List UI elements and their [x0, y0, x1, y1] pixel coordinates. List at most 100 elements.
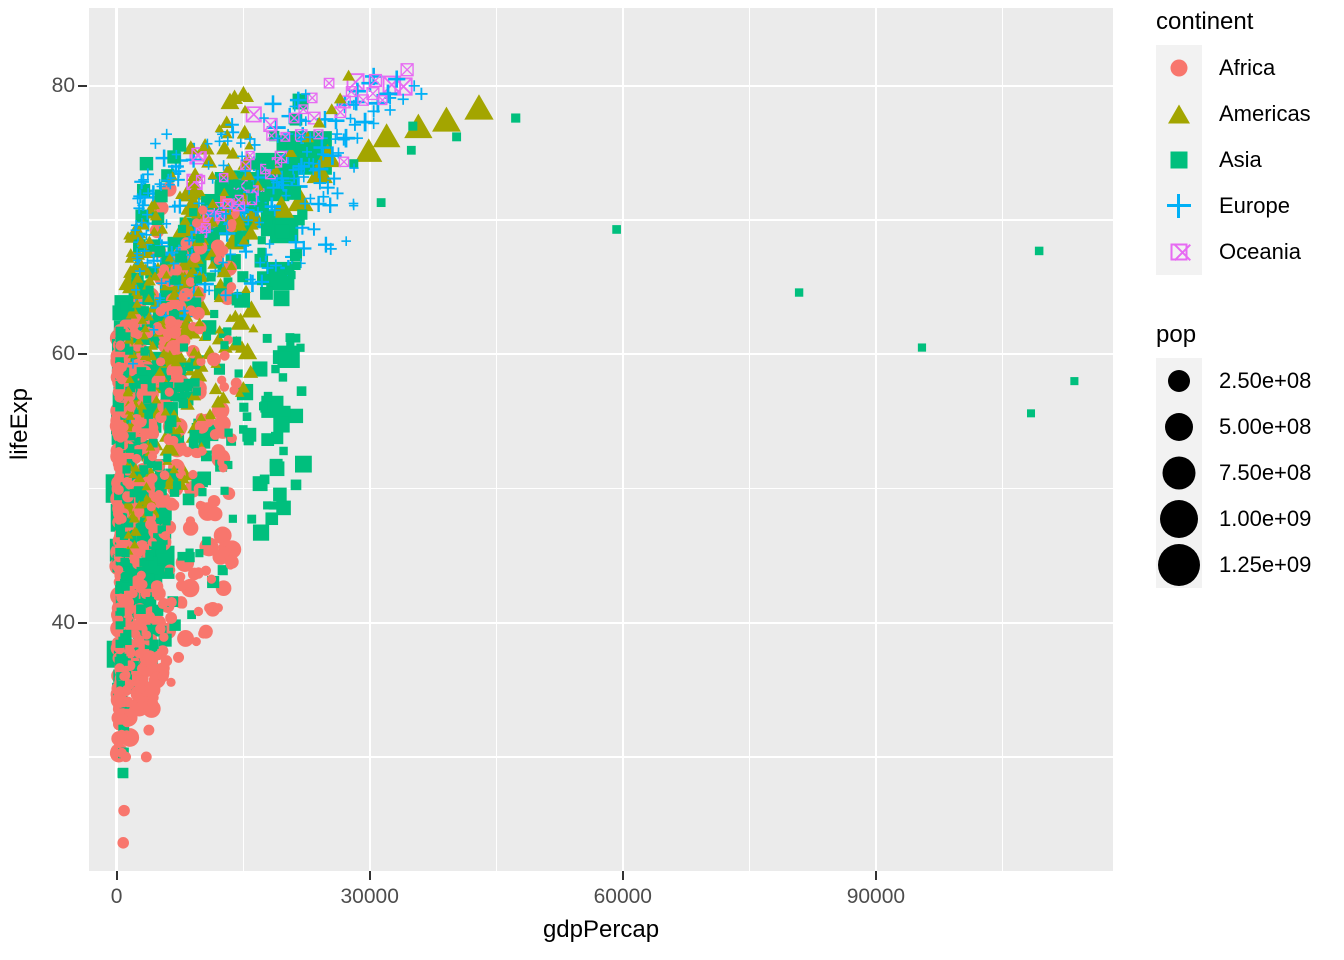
data-point	[121, 549, 130, 558]
data-point	[211, 444, 226, 459]
data-point	[156, 553, 167, 564]
data-point	[179, 343, 189, 352]
y-tick-label: 80	[51, 73, 75, 97]
data-point	[114, 446, 124, 457]
data-point	[120, 557, 130, 567]
data-point	[213, 603, 223, 613]
data-point	[210, 357, 220, 367]
data-point	[330, 134, 341, 144]
data-point	[262, 333, 272, 343]
data-point	[161, 128, 173, 140]
data-point	[278, 373, 288, 382]
data-point	[279, 405, 291, 417]
data-point	[159, 597, 169, 608]
legend-key	[1156, 229, 1202, 275]
data-point	[342, 69, 355, 81]
square-marker-icon	[1170, 151, 1188, 169]
data-point	[198, 205, 208, 215]
legend-item-continent-2[interactable]: Asia	[1133, 137, 1344, 183]
data-point	[355, 112, 375, 132]
data-point	[228, 514, 237, 523]
data-point	[188, 438, 199, 449]
data-point	[142, 630, 152, 640]
data-point	[263, 391, 273, 401]
y-tick-mark	[78, 621, 87, 624]
data-point	[167, 150, 181, 164]
data-point	[193, 275, 203, 284]
data-point	[164, 387, 174, 397]
data-point	[259, 191, 269, 202]
data-point	[279, 446, 288, 456]
data-point	[236, 138, 246, 148]
data-point	[178, 292, 188, 302]
data-point	[118, 804, 130, 817]
data-point	[135, 576, 145, 587]
data-point	[219, 245, 229, 255]
data-point	[176, 580, 188, 592]
data-point	[193, 606, 204, 617]
data-point	[147, 383, 156, 392]
data-point	[115, 621, 124, 630]
data-point	[296, 343, 305, 352]
data-point	[181, 446, 193, 458]
data-point	[257, 236, 266, 245]
data-point	[149, 693, 159, 703]
data-point	[408, 121, 418, 131]
data-point	[257, 271, 271, 286]
legend-item-pop-3[interactable]: 1.00e+09	[1133, 496, 1344, 542]
data-point	[285, 333, 295, 343]
legend-item-continent-1[interactable]: Americas	[1133, 91, 1344, 137]
data-point	[197, 446, 207, 456]
legend-item-continent-3[interactable]: Europe	[1133, 183, 1344, 229]
data-point	[220, 341, 229, 350]
legend-item-pop-2[interactable]: 7.50e+08	[1133, 450, 1344, 496]
data-point	[170, 264, 183, 276]
data-point	[146, 459, 156, 469]
data-point	[175, 571, 186, 582]
legend-item-pop-0[interactable]: 2.50e+08	[1133, 358, 1344, 404]
circle-marker-icon	[1170, 59, 1188, 77]
data-point	[114, 565, 124, 575]
data-point	[226, 282, 237, 292]
legend-key	[1156, 358, 1202, 404]
data-point	[118, 597, 129, 607]
data-point	[172, 276, 181, 285]
circle-marker-icon	[1165, 413, 1193, 441]
data-point	[115, 340, 126, 350]
legend-item-label: 2.50e+08	[1219, 368, 1312, 393]
legend-key	[1156, 91, 1202, 137]
data-point	[217, 375, 227, 385]
data-point	[338, 156, 350, 168]
data-point	[179, 633, 189, 643]
legend-item-continent-4[interactable]: Oceania	[1133, 229, 1344, 275]
data-point	[341, 236, 352, 246]
data-point	[190, 378, 200, 387]
data-point	[190, 252, 201, 263]
data-point	[242, 412, 252, 421]
data-point	[189, 429, 200, 440]
data-point	[154, 189, 168, 203]
legend-item-pop-4[interactable]: 1.25e+09	[1133, 542, 1344, 588]
data-point	[452, 132, 462, 142]
data-point	[147, 473, 158, 484]
x-tick-mark	[621, 871, 624, 880]
data-point	[262, 226, 272, 235]
data-point	[178, 599, 188, 609]
data-point	[151, 541, 160, 550]
y-tick-mark	[78, 84, 87, 87]
data-point	[187, 579, 197, 590]
legend-item-label: Americas	[1219, 101, 1311, 126]
data-point	[220, 486, 229, 495]
data-point	[262, 215, 273, 226]
legend-item-pop-1[interactable]: 5.00e+08	[1133, 404, 1344, 450]
data-point	[268, 501, 277, 510]
legend-item-label: Africa	[1219, 55, 1276, 80]
data-point	[185, 277, 196, 287]
data-point	[241, 284, 251, 294]
circle-marker-icon	[1162, 456, 1196, 490]
data-point	[195, 549, 204, 558]
data-point	[322, 197, 338, 214]
data-point	[143, 724, 155, 736]
data-point	[213, 255, 223, 265]
legend-item-continent-0[interactable]: Africa	[1133, 45, 1344, 91]
